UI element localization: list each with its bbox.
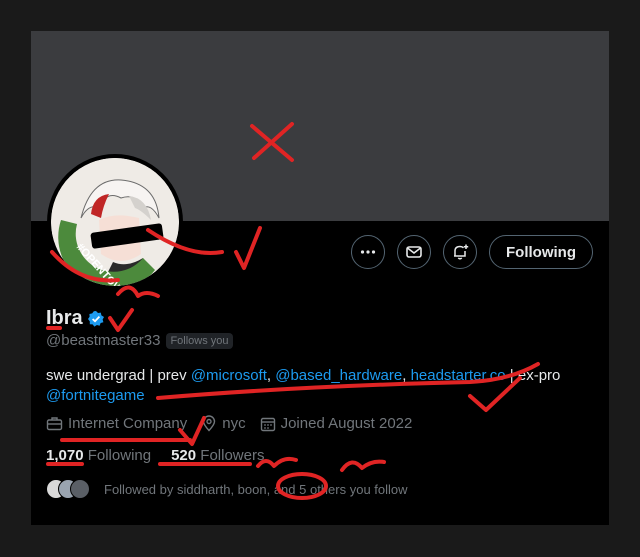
avatar bbox=[70, 479, 90, 499]
followed-by-text: Followed by siddharth, boon, and 5 other… bbox=[104, 481, 408, 497]
avatar-image: #OPENTOWORK bbox=[51, 158, 179, 286]
following-stat[interactable]: 1,070 Following bbox=[46, 447, 151, 464]
profile-meta: Internet Company nyc Joined August 2022 bbox=[46, 415, 412, 432]
envelope-icon bbox=[406, 246, 422, 258]
more-horizontal-icon bbox=[360, 250, 376, 254]
followed-by-row[interactable]: Followed by siddharth, boon, and 5 other… bbox=[46, 479, 408, 499]
following-count: 1,070 bbox=[46, 447, 84, 464]
handle-row: @beastmaster33 Follows you bbox=[46, 332, 233, 349]
location-item: nyc bbox=[201, 415, 246, 432]
follow-stats: 1,070 Following 520 Followers bbox=[46, 447, 264, 464]
verified-badge-icon[interactable] bbox=[87, 310, 105, 328]
mention-based-hardware[interactable]: @based_hardware bbox=[275, 367, 402, 384]
mention-microsoft[interactable]: @microsoft bbox=[191, 367, 267, 384]
following-label: Following bbox=[87, 447, 152, 464]
followers-label: Followers bbox=[200, 447, 265, 464]
notifications-button[interactable] bbox=[443, 235, 478, 269]
mention-fortnitegame[interactable]: @fortnitegame bbox=[46, 387, 145, 404]
calendar-icon bbox=[260, 417, 275, 431]
bio-separator: , bbox=[266, 367, 276, 384]
more-button[interactable] bbox=[351, 235, 386, 269]
location-label: nyc bbox=[222, 415, 246, 432]
followers-count: 520 bbox=[171, 447, 197, 464]
joined-item: Joined August 2022 bbox=[260, 415, 413, 432]
bio-text-ex-pro: | ex-pro bbox=[505, 367, 561, 384]
profile-actions: Following bbox=[351, 235, 593, 269]
handle: @beastmaster33 bbox=[46, 332, 161, 349]
followers-stat[interactable]: 520 Followers bbox=[171, 447, 264, 464]
message-button[interactable] bbox=[397, 235, 432, 269]
profile-avatar[interactable]: #OPENTOWORK bbox=[47, 154, 183, 290]
display-name: Ibra bbox=[46, 307, 83, 329]
bio: swe undergrad | prev @microsoft, @based_… bbox=[46, 366, 586, 406]
bio-text: swe undergrad | prev bbox=[46, 367, 191, 384]
follows-you-badge: Follows you bbox=[166, 332, 233, 349]
following-button[interactable]: Following bbox=[489, 235, 593, 269]
briefcase-icon bbox=[46, 417, 63, 431]
category-label: Internet Company bbox=[68, 415, 188, 432]
profile-card: #OPENTOWORK Following Ibra bbox=[31, 31, 609, 525]
link-headstarter[interactable]: headstarter.co bbox=[411, 367, 506, 384]
display-name-row: Ibra bbox=[46, 307, 105, 330]
category-item: Internet Company bbox=[46, 415, 187, 432]
location-pin-icon bbox=[203, 415, 216, 432]
joined-label: Joined August 2022 bbox=[280, 415, 413, 432]
followed-by-avatars bbox=[46, 479, 94, 499]
bio-separator: , bbox=[402, 367, 411, 384]
bell-plus-icon bbox=[454, 244, 469, 260]
